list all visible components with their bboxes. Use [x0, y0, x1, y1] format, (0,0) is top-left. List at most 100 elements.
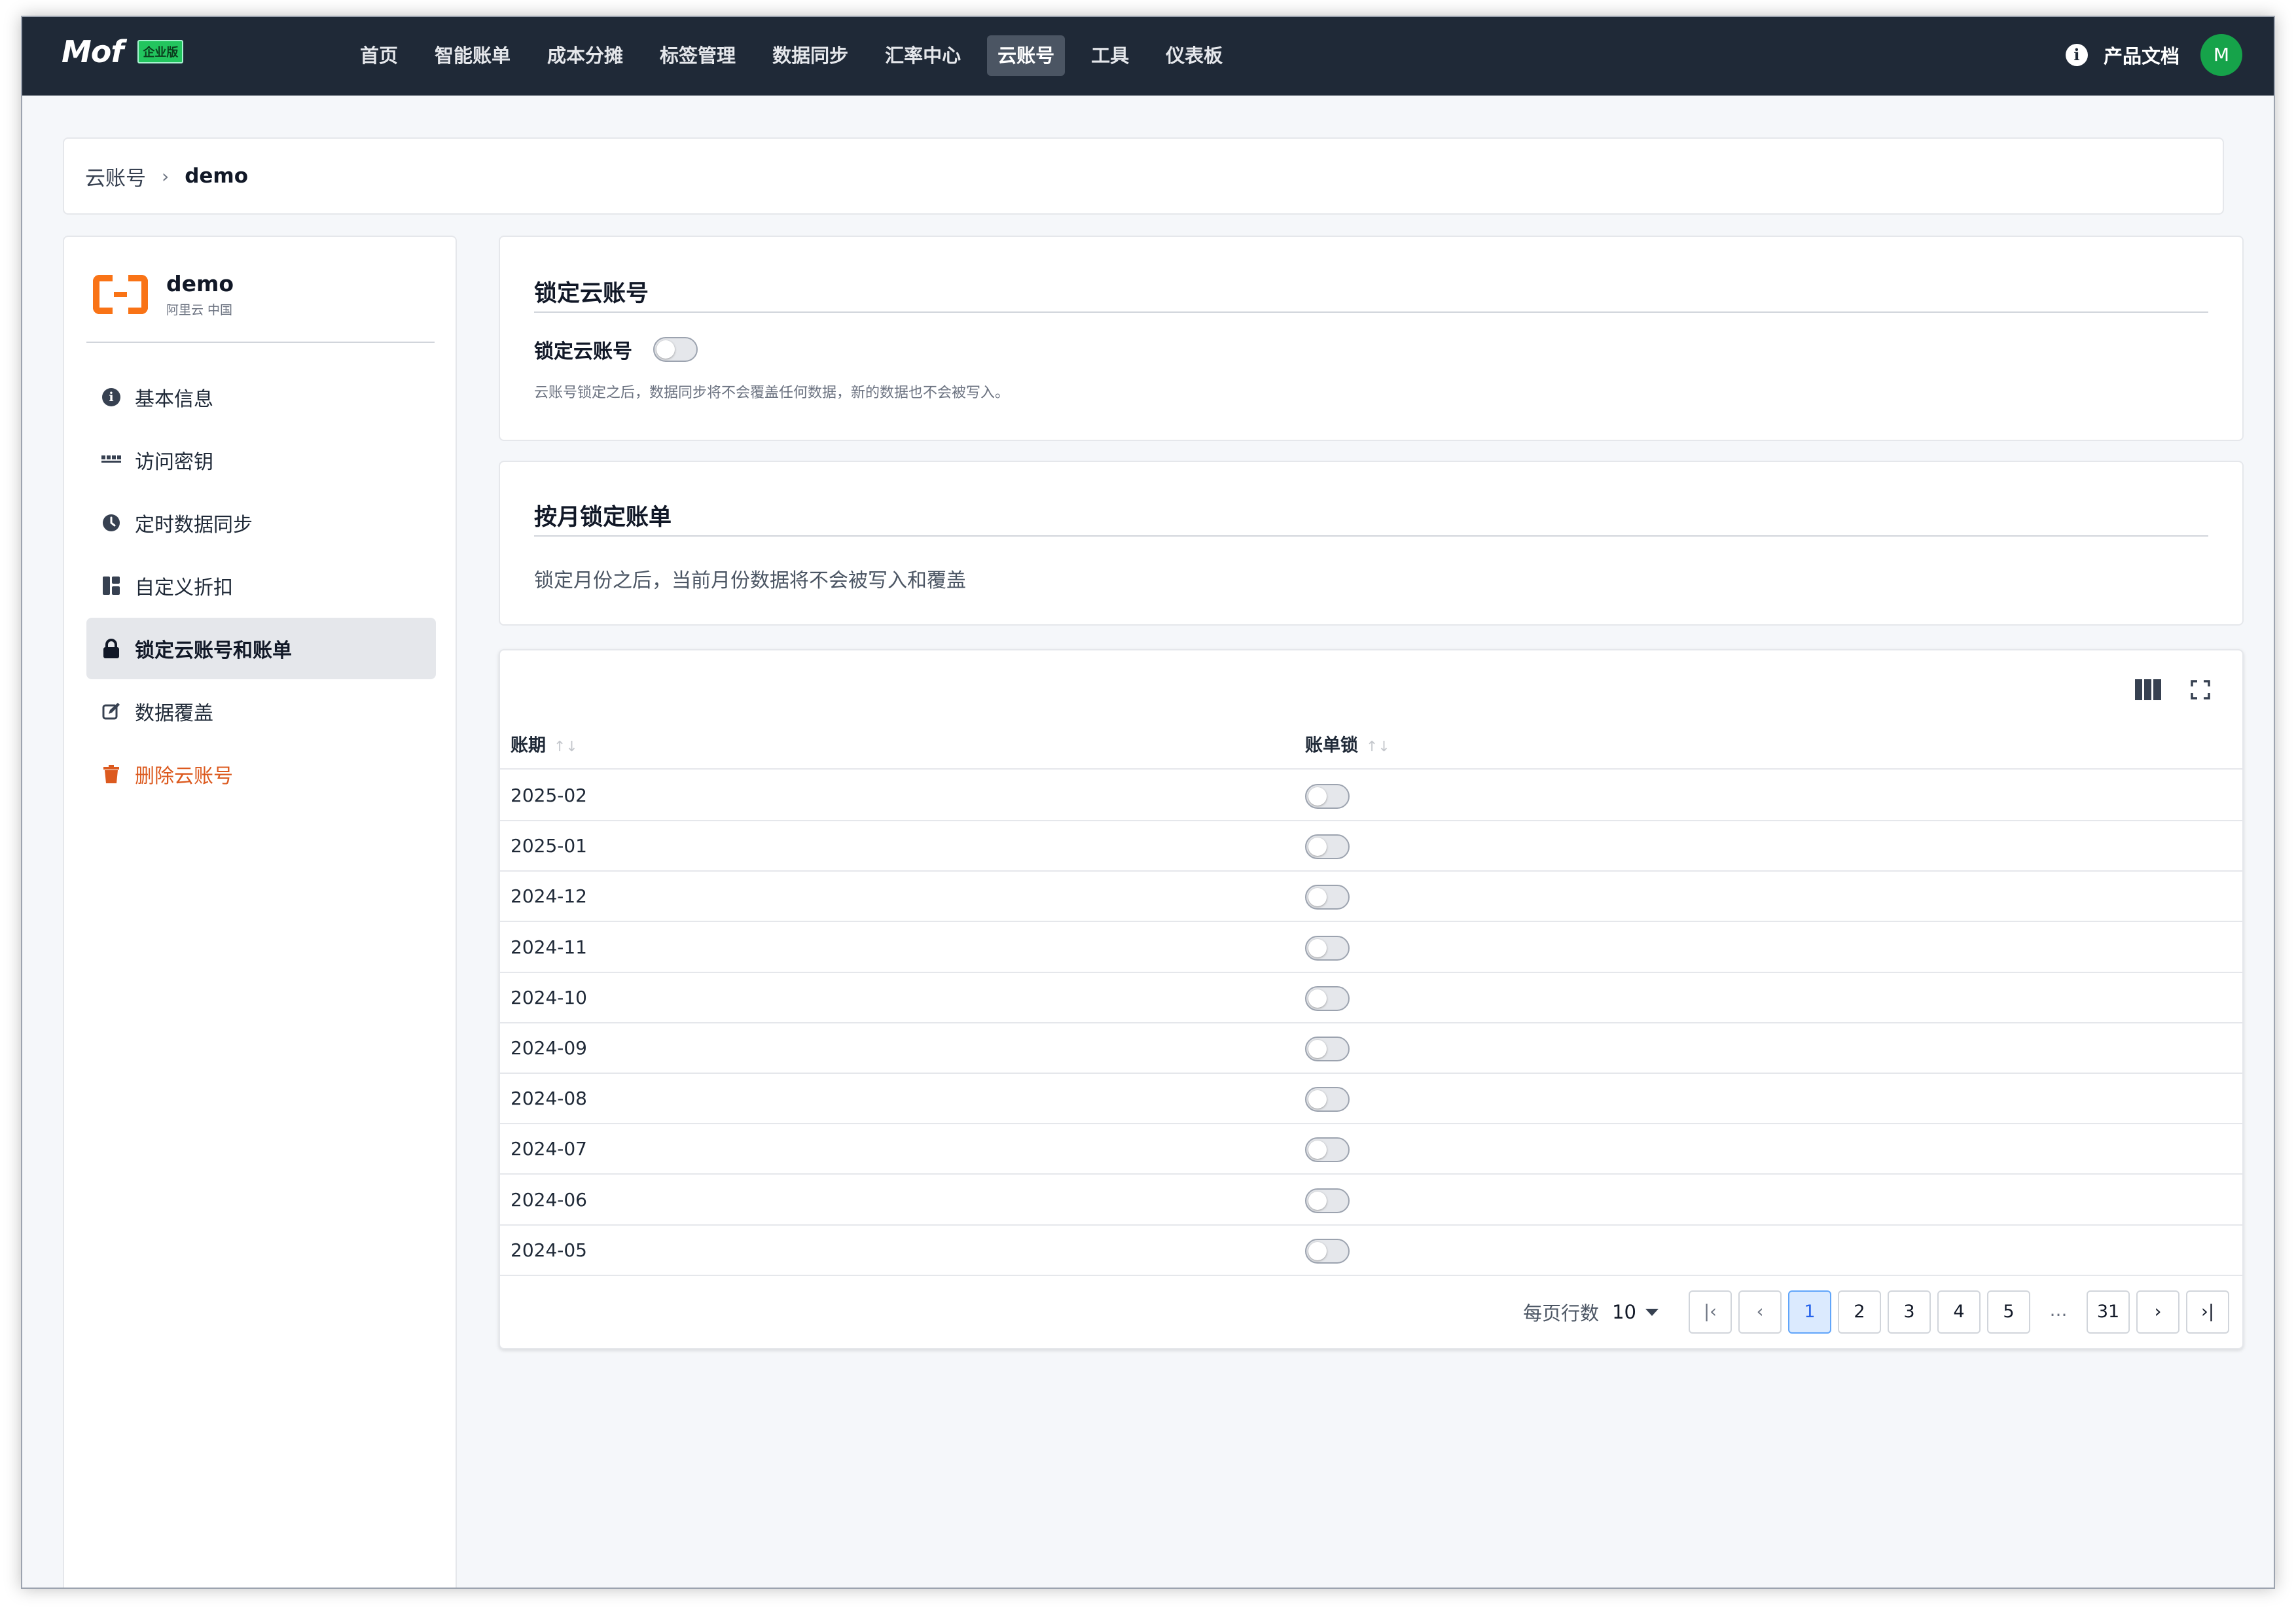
nav-item-tag-management[interactable]: 标签管理 [649, 35, 746, 76]
bill-lock-toggle[interactable] [1305, 1188, 1350, 1213]
panel-divider [534, 535, 2208, 537]
account-name: demo [166, 271, 234, 296]
nav-item-home[interactable]: 首页 [350, 35, 408, 76]
column-header-period[interactable]: 账期 ↑↓ [511, 722, 578, 770]
nav-item-smart-bill[interactable]: 智能账单 [424, 35, 521, 76]
bill-lock-cell [1305, 771, 1350, 821]
aliyun-logo-icon [93, 275, 148, 314]
info-icon[interactable]: i [2065, 44, 2088, 66]
period-cell: 2024-12 [511, 885, 587, 908]
breadcrumb-separator: › [162, 165, 170, 187]
nav-item-tools[interactable]: 工具 [1081, 35, 1139, 76]
account-header: demo 阿里云 中国 [93, 271, 234, 318]
period-cell: 2024-07 [511, 1138, 587, 1160]
monthly-lock-description: 锁定月份之后，当前月份数据将不会被写入和覆盖 [534, 569, 966, 592]
panel-title: 锁定云账号 [534, 281, 649, 307]
bill-lock-toggle[interactable] [1305, 985, 1350, 1011]
discount-icon [101, 575, 122, 596]
bill-lock-cell [1305, 1074, 1350, 1124]
sort-icon: ↑↓ [1366, 739, 1390, 755]
period-cell: 2024-08 [511, 1088, 587, 1110]
lock-account-help: 云账号锁定之后，数据同步将不会覆盖任何数据，新的数据也不会被写入。 [534, 385, 1010, 401]
bill-lock-toggle[interactable] [1305, 834, 1350, 860]
page-button-5[interactable]: 5 [1987, 1290, 2030, 1334]
table-toolbar [2111, 674, 2216, 705]
lock-account-toggle[interactable] [653, 337, 698, 362]
docs-link[interactable]: 产品文档 [2104, 41, 2179, 69]
lock-account-label: 锁定云账号 [534, 340, 632, 363]
page-button-1[interactable]: 1 [1788, 1290, 1831, 1334]
table-header: 账期 ↑↓ 账单锁 ↑↓ [500, 722, 2242, 770]
column-header-bill-lock[interactable]: 账单锁 ↑↓ [1305, 722, 1390, 770]
nav-item-dashboard[interactable]: 仪表板 [1155, 35, 1233, 76]
prev-page-button[interactable]: ‹ [1738, 1290, 1782, 1334]
sidebar-item-custom-discount[interactable]: 自定义折扣 [86, 555, 436, 616]
bill-lock-toggle[interactable] [1305, 784, 1350, 809]
sidebar-item-label: 自定义折扣 [135, 577, 233, 599]
clock-icon [101, 512, 122, 533]
chevron-down-icon[interactable] [1645, 1308, 1659, 1316]
page-button-4[interactable]: 4 [1937, 1290, 1981, 1334]
sidebar-item-label: 访问密钥 [135, 451, 213, 474]
table-row: 2024-07 [500, 1124, 2242, 1175]
period-cell: 2025-01 [511, 835, 587, 857]
bill-lock-toggle[interactable] [1305, 935, 1350, 961]
sort-icon: ↑↓ [554, 739, 578, 755]
bill-lock-cell [1305, 1175, 1350, 1225]
table-row: 2024-10 [500, 973, 2242, 1023]
table-row: 2025-01 [500, 821, 2242, 872]
rows-per-page-select[interactable]: 10 [1612, 1301, 1636, 1323]
last-page-button[interactable]: ›| [2186, 1290, 2229, 1334]
lock-icon [101, 638, 122, 659]
page-button-2[interactable]: 2 [1838, 1290, 1881, 1334]
logo-text: Mof [62, 34, 124, 69]
bill-lock-toggle[interactable] [1305, 1238, 1350, 1264]
sidebar-item-data-overwrite[interactable]: 数据覆盖 [86, 681, 436, 742]
edit-icon [101, 701, 122, 722]
table-row: 2024-05 [500, 1226, 2242, 1276]
avatar[interactable]: M [2200, 34, 2242, 76]
sidebar-item-scheduled-sync[interactable]: 定时数据同步 [86, 492, 436, 554]
breadcrumb: 云账号 › demo [63, 137, 2224, 215]
sidebar-item-delete-account[interactable]: 删除云账号 [86, 743, 436, 805]
edition-badge: 企业版 [137, 40, 184, 63]
columns-icon[interactable] [2132, 674, 2164, 705]
sidebar-item-access-key[interactable]: 访问密钥 [86, 429, 436, 491]
page-button-3[interactable]: 3 [1888, 1290, 1931, 1334]
table-row: 2024-11 [500, 923, 2242, 973]
bill-lock-cell [1305, 1124, 1350, 1174]
table-row: 2024-12 [500, 872, 2242, 923]
first-page-button[interactable]: |‹ [1689, 1290, 1732, 1334]
bill-lock-cell [1305, 973, 1350, 1023]
account-provider: 阿里云 中国 [166, 303, 233, 317]
nav-item-data-sync[interactable]: 数据同步 [762, 35, 859, 76]
nav-item-exchange-rate[interactable]: 汇率中心 [874, 35, 971, 76]
period-cell: 2024-05 [511, 1239, 587, 1261]
app-window: Mof 企业版 首页 智能账单 成本分摊 标签管理 数据同步 汇率中心 云账号 … [21, 16, 2275, 1589]
account-sidebar: demo 阿里云 中国 i 基本信息 访问密钥 定时数据同步 自定义折扣 锁定云… [63, 236, 457, 1588]
bill-lock-toggle[interactable] [1305, 1137, 1350, 1163]
bill-lock-table: 账期 ↑↓ 账单锁 ↑↓ 2025-02 2025-01 2024-12 2024-11 2… [499, 649, 2244, 1349]
breadcrumb-cloud-account[interactable]: 云账号 [85, 162, 146, 191]
bill-lock-cell [1305, 923, 1350, 972]
nav-item-cloud-account[interactable]: 云账号 [987, 35, 1066, 76]
trash-icon [101, 764, 122, 785]
sidebar-item-basic-info[interactable]: i 基本信息 [86, 366, 436, 428]
panel-divider [534, 311, 2208, 313]
sidebar-divider [86, 342, 435, 343]
bill-lock-cell [1305, 1226, 1350, 1275]
nav-item-cost-allocation[interactable]: 成本分摊 [537, 35, 634, 76]
fullscreen-icon[interactable] [2185, 674, 2216, 705]
bill-lock-toggle[interactable] [1305, 885, 1350, 910]
sidebar-item-lock-account-bill[interactable]: 锁定云账号和账单 [86, 618, 436, 679]
table-row: 2024-09 [500, 1023, 2242, 1074]
page-button-last[interactable]: 31 [2087, 1290, 2130, 1334]
bill-lock-toggle[interactable] [1305, 1037, 1350, 1061]
page-ellipsis: … [2049, 1300, 2068, 1321]
panel-title: 按月锁定账单 [534, 505, 672, 531]
pagination: 每页行数 10 |‹ ‹ 1 2 3 4 5 … 31 › ›| [1523, 1290, 2229, 1334]
bill-lock-toggle[interactable] [1305, 1087, 1350, 1112]
next-page-button[interactable]: › [2136, 1290, 2179, 1334]
app-logo[interactable]: Mof 企业版 [62, 34, 184, 69]
period-cell: 2025-02 [511, 785, 587, 806]
